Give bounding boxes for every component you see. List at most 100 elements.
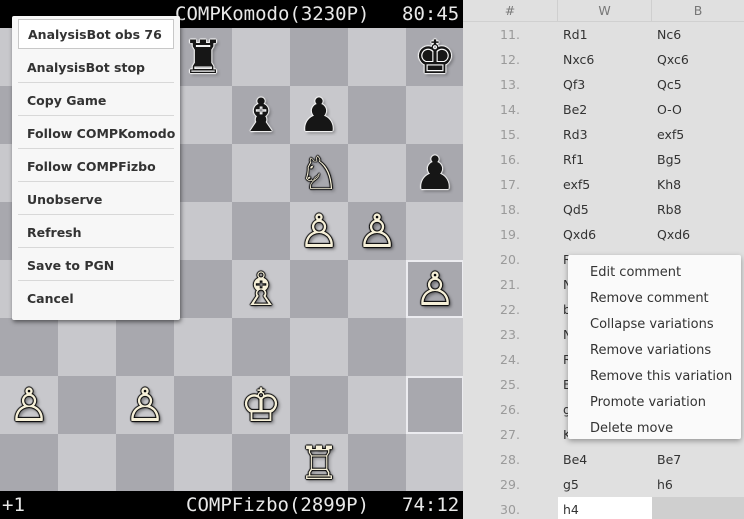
black-bishop-icon[interactable]: ♝ xyxy=(240,92,281,138)
square-f4[interactable] xyxy=(290,260,348,318)
white-pawn-icon[interactable]: ♙ xyxy=(8,382,49,428)
white-move[interactable]: Qf3 xyxy=(558,72,652,97)
square-f7[interactable]: ♟ xyxy=(290,86,348,144)
white-pawn-icon[interactable]: ♙ xyxy=(124,382,165,428)
white-pawn-icon[interactable]: ♙ xyxy=(298,208,339,254)
column-header-white[interactable]: W xyxy=(558,0,652,22)
white-pawn-icon[interactable]: ♙ xyxy=(356,208,397,254)
black-move[interactable]: Nc6 xyxy=(652,22,744,47)
square-f5[interactable]: ♙ xyxy=(290,202,348,260)
menu-item-cancel[interactable]: Cancel xyxy=(18,284,174,314)
square-d5[interactable] xyxy=(174,202,232,260)
menu-item-follow-white[interactable]: Follow COMPKomodo xyxy=(18,119,175,149)
square-b2[interactable] xyxy=(58,376,116,434)
square-f3[interactable] xyxy=(290,318,348,376)
black-move[interactable]: Qc5 xyxy=(652,72,744,97)
menu-item-analysisbot-obs[interactable]: AnalysisBot obs 76 xyxy=(18,19,174,49)
black-pawn-icon[interactable]: ♟ xyxy=(298,92,339,138)
white-move[interactable]: Rf1 xyxy=(558,147,652,172)
square-c3[interactable] xyxy=(116,318,174,376)
menu-item-save-pgn[interactable]: Save to PGN xyxy=(18,251,174,281)
menu-item-copy-game[interactable]: Copy Game xyxy=(18,86,174,116)
white-move[interactable]: g5 xyxy=(558,472,652,497)
square-d2[interactable] xyxy=(174,376,232,434)
white-king-icon[interactable]: ♔ xyxy=(240,382,281,428)
ctx-promote-variation[interactable]: Promote variation xyxy=(568,390,741,416)
square-b1[interactable] xyxy=(58,434,116,492)
square-h1[interactable] xyxy=(406,434,463,492)
square-f6[interactable]: ♘ xyxy=(290,144,348,202)
black-move[interactable]: Rb8 xyxy=(652,197,744,222)
square-a2[interactable]: ♙ xyxy=(0,376,58,434)
square-d4[interactable] xyxy=(174,260,232,318)
white-move[interactable]: Be2 xyxy=(558,97,652,122)
square-e5[interactable] xyxy=(232,202,290,260)
white-move[interactable]: Nxc6 xyxy=(558,47,652,72)
white-bishop-icon[interactable]: ♗ xyxy=(240,266,281,312)
black-move[interactable]: Be7 xyxy=(652,447,744,472)
column-header-number[interactable]: # xyxy=(463,0,558,22)
ctx-edit-comment[interactable]: Edit comment xyxy=(568,260,741,286)
square-e2[interactable]: ♔ xyxy=(232,376,290,434)
ctx-remove-variations[interactable]: Remove variations xyxy=(568,338,741,364)
square-f8[interactable] xyxy=(290,28,348,86)
black-king-icon[interactable]: ♚ xyxy=(414,34,455,80)
square-e6[interactable] xyxy=(232,144,290,202)
square-e8[interactable] xyxy=(232,28,290,86)
square-h2[interactable] xyxy=(406,376,463,434)
menu-item-refresh[interactable]: Refresh xyxy=(18,218,174,248)
square-e7[interactable]: ♝ xyxy=(232,86,290,144)
black-move[interactable]: Kh8 xyxy=(652,172,744,197)
white-move[interactable]: Qd5 xyxy=(558,197,652,222)
square-g6[interactable] xyxy=(348,144,406,202)
square-b3[interactable] xyxy=(58,318,116,376)
square-a3[interactable] xyxy=(0,318,58,376)
black-move[interactable]: exf5 xyxy=(652,122,744,147)
white-move[interactable]: Be4 xyxy=(558,447,652,472)
square-h3[interactable] xyxy=(406,318,463,376)
square-g2[interactable] xyxy=(348,376,406,434)
white-move[interactable]: exf5 xyxy=(558,172,652,197)
square-f2[interactable] xyxy=(290,376,348,434)
black-move[interactable] xyxy=(652,497,744,519)
square-h6[interactable]: ♟ xyxy=(406,144,463,202)
square-g1[interactable] xyxy=(348,434,406,492)
white-move[interactable]: Qxd6 xyxy=(558,222,652,247)
ctx-collapse-variations[interactable]: Collapse variations xyxy=(568,312,741,338)
square-f1[interactable]: ♖ xyxy=(290,434,348,492)
column-header-black[interactable]: B xyxy=(652,0,744,22)
square-e4[interactable]: ♗ xyxy=(232,260,290,318)
ctx-delete-move[interactable]: Delete move xyxy=(568,416,741,442)
square-e3[interactable] xyxy=(232,318,290,376)
menu-item-unobserve[interactable]: Unobserve xyxy=(18,185,174,215)
square-g4[interactable] xyxy=(348,260,406,318)
square-h8[interactable]: ♚ xyxy=(406,28,463,86)
black-pawn-icon[interactable]: ♟ xyxy=(414,150,455,196)
square-h5[interactable] xyxy=(406,202,463,260)
white-move[interactable]: Rd1 xyxy=(558,22,652,47)
white-pawn-icon[interactable]: ♙ xyxy=(414,266,455,312)
black-move[interactable]: h6 xyxy=(652,472,744,497)
square-a1[interactable] xyxy=(0,434,58,492)
black-move[interactable]: Bg5 xyxy=(652,147,744,172)
square-g8[interactable] xyxy=(348,28,406,86)
white-move[interactable]: Rd3 xyxy=(558,122,652,147)
menu-item-follow-black[interactable]: Follow COMPFizbo xyxy=(18,152,174,182)
square-d1[interactable] xyxy=(174,434,232,492)
square-d6[interactable] xyxy=(174,144,232,202)
square-c1[interactable] xyxy=(116,434,174,492)
menu-item-analysisbot-stop[interactable]: AnalysisBot stop xyxy=(18,53,174,83)
square-c2[interactable]: ♙ xyxy=(116,376,174,434)
ctx-remove-comment[interactable]: Remove comment xyxy=(568,286,741,312)
black-move[interactable]: Qxc6 xyxy=(652,47,744,72)
black-move[interactable]: Qxd6 xyxy=(652,222,744,247)
white-move[interactable]: h4 xyxy=(558,497,652,519)
square-g3[interactable] xyxy=(348,318,406,376)
white-rook-icon[interactable]: ♖ xyxy=(298,440,339,486)
square-g5[interactable]: ♙ xyxy=(348,202,406,260)
square-g7[interactable] xyxy=(348,86,406,144)
ctx-remove-this-variation[interactable]: Remove this variation xyxy=(568,364,741,390)
black-move[interactable]: O-O xyxy=(652,97,744,122)
square-h7[interactable] xyxy=(406,86,463,144)
black-rook-icon[interactable]: ♜ xyxy=(182,34,223,80)
